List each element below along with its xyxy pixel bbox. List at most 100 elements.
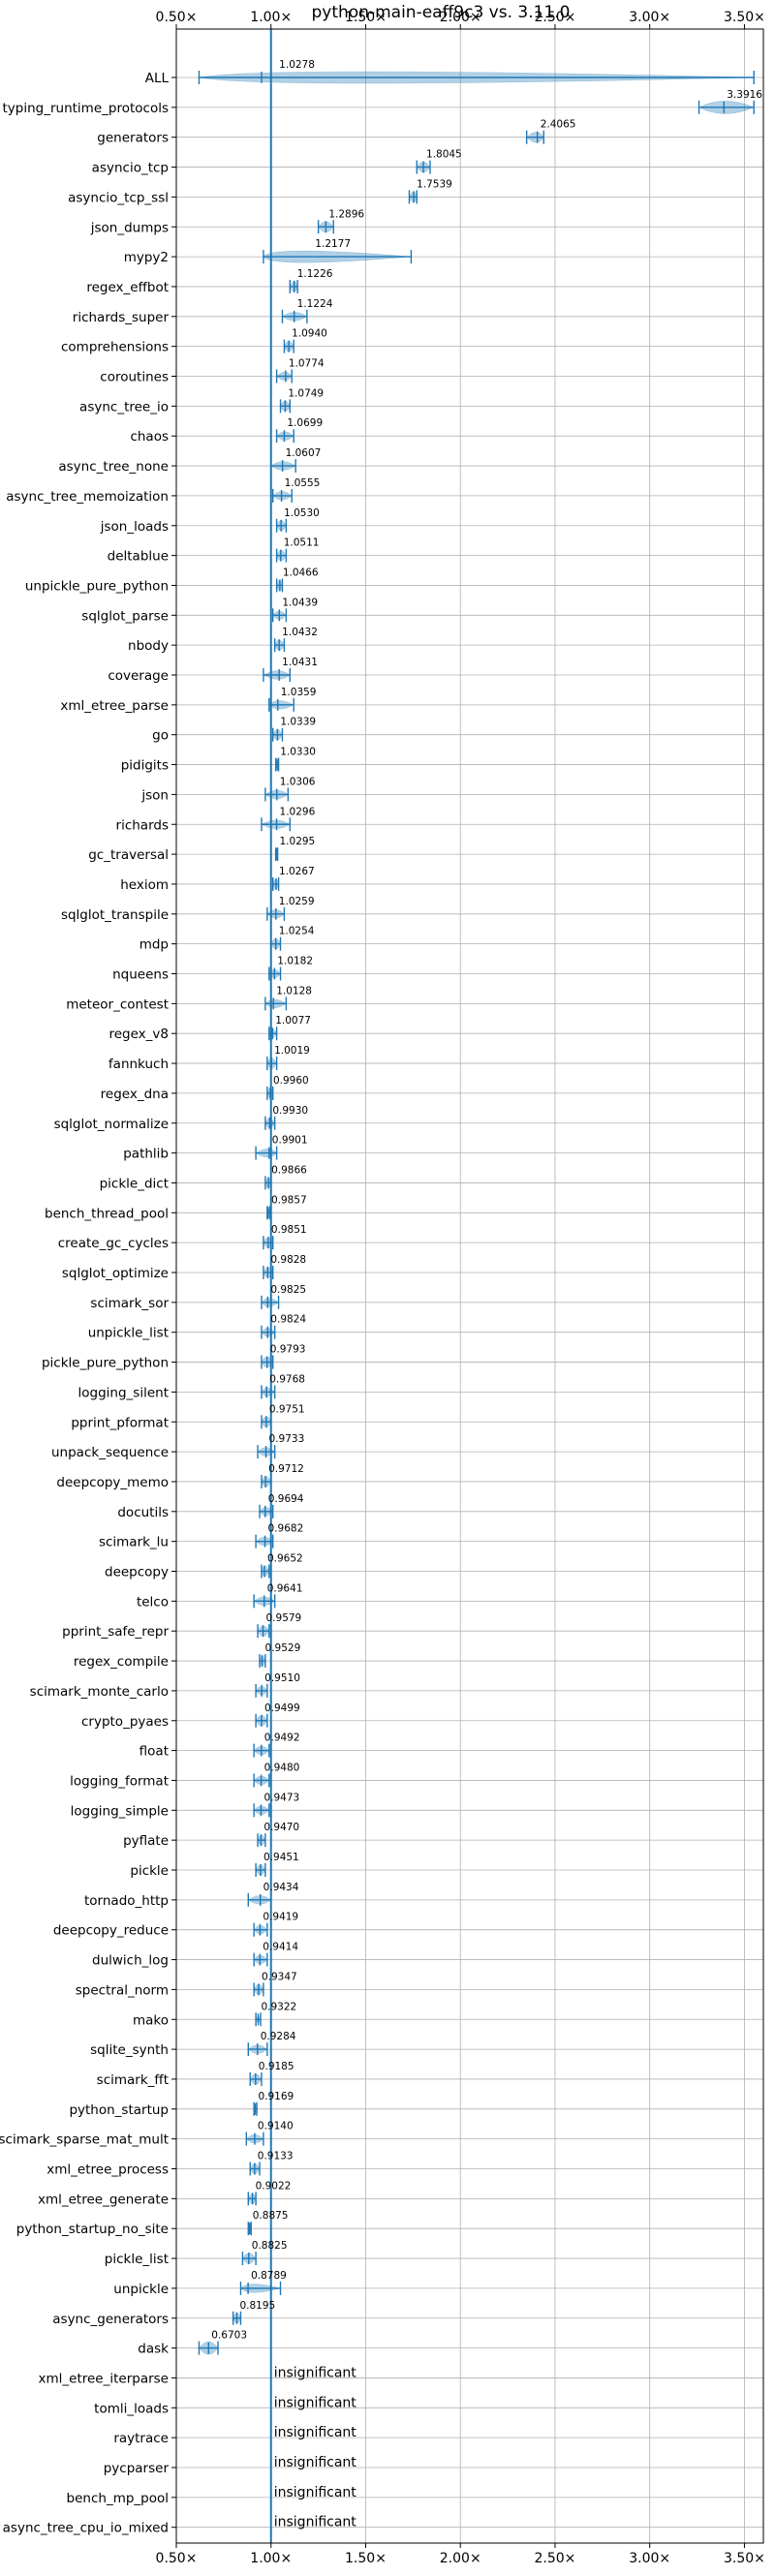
mean-value-label: 1.0330 [280, 747, 316, 758]
mean-value-label: 0.9169 [258, 2091, 294, 2102]
tick-label-top: 2.00× [440, 10, 481, 25]
benchmark-label: sqlglot_optimize [62, 1266, 169, 1281]
insignificant-label: insignificant [274, 2485, 357, 2500]
mean-value-label: 2.4065 [541, 119, 576, 131]
benchmark-label: async_tree_none [58, 459, 169, 475]
insignificant-label: insignificant [274, 2395, 357, 2410]
mean-value-label: 0.9510 [264, 1672, 300, 1684]
mean-value-label: 0.9470 [264, 1822, 299, 1833]
benchmark-label: float [140, 1744, 169, 1760]
benchmark-label: logging_simple [71, 1803, 169, 1819]
mean-value-label: 0.9751 [269, 1403, 305, 1415]
mean-value-label: 1.1226 [297, 268, 333, 280]
mean-value-label: 0.9712 [268, 1463, 304, 1475]
mean-value-label: 0.9960 [273, 1075, 309, 1087]
benchmark-label: tomli_loads [94, 2401, 169, 2416]
mean-value-label: 0.9347 [262, 1971, 297, 1982]
mean-value-label: 1.0555 [285, 477, 321, 489]
benchmark-label: mdp [140, 937, 169, 953]
mean-value-label: 0.9322 [261, 2001, 296, 2012]
mean-value-label: 0.9022 [256, 2180, 292, 2192]
benchmark-label: deepcopy_reduce [53, 1923, 169, 1939]
mean-value-label: 0.9451 [264, 1852, 299, 1863]
mean-value-label: 1.1224 [297, 298, 333, 310]
benchmark-label: pidigits [121, 758, 169, 774]
benchmark-label: regex_dna [101, 1087, 169, 1102]
mean-value-label: 1.0296 [280, 806, 316, 817]
benchmark-label: gc_traversal [88, 847, 169, 863]
benchmark-label: python_startup_no_site [16, 2222, 169, 2237]
benchmark-label: pycparser [104, 2461, 170, 2476]
mean-value-label: 1.2177 [315, 238, 351, 250]
mean-value-label: 3.3916 [727, 89, 762, 101]
benchmark-label: sqlite_synth [90, 2042, 169, 2058]
benchmark-label: mako [133, 2012, 169, 2028]
mean-value-label: 1.0182 [277, 956, 313, 967]
mean-value-label: 0.6703 [211, 2330, 247, 2342]
mean-value-label: 1.0278 [279, 59, 315, 71]
mean-value-label: 1.2896 [328, 208, 364, 220]
benchmark-label: json_loads [100, 519, 169, 535]
insignificant-label: insignificant [274, 2455, 357, 2470]
tick-label-bottom: 2.50× [535, 2551, 576, 2566]
benchmark-label: regex_v8 [108, 1027, 169, 1042]
mean-value-label: 0.9473 [264, 1792, 299, 1803]
tick-label-bottom: 0.50× [156, 2551, 198, 2566]
mean-value-label: 1.0749 [288, 387, 324, 399]
benchmark-label: unpack_sequence [51, 1445, 169, 1460]
mean-value-label: 0.9682 [268, 1523, 304, 1535]
mean-value-label: 1.0774 [289, 358, 325, 370]
tick-label-top: 0.50× [156, 10, 198, 25]
mean-value-label: 0.9733 [269, 1433, 305, 1445]
mean-value-label: 0.8195 [239, 2300, 275, 2312]
mean-value-label: 0.9579 [266, 1612, 302, 1624]
benchmark-label: unpickle_list [88, 1326, 169, 1341]
mean-value-label: 1.0019 [274, 1045, 310, 1057]
benchmark-label: python_startup [69, 2102, 169, 2118]
benchmark-label: meteor_contest [66, 997, 169, 1012]
benchmark-label: pathlib [123, 1147, 169, 1162]
benchmark-label: bench_thread_pool [45, 1206, 169, 1221]
mean-value-label: 1.0077 [275, 1015, 311, 1027]
benchmark-label: docutils [117, 1505, 169, 1520]
mean-value-label: 0.9652 [267, 1553, 303, 1565]
mean-value-label: 0.9133 [258, 2151, 294, 2162]
benchmark-label: sqlglot_parse [81, 608, 169, 624]
mean-value-label: 0.9434 [264, 1882, 299, 1893]
mean-value-label: 1.0295 [280, 836, 316, 847]
benchmark-label: xml_etree_generate [38, 2192, 169, 2207]
insignificant-label: insignificant [274, 2365, 357, 2380]
benchmark-label: json [140, 787, 169, 803]
benchmark-label: deepcopy [105, 1565, 169, 1580]
benchmark-label: pyflate [123, 1833, 169, 1849]
benchmark-label: tornado_http [84, 1893, 169, 1909]
mean-value-label: 1.0530 [284, 507, 320, 519]
benchmark-label: xml_etree_parse [60, 698, 169, 714]
mean-value-label: 0.9901 [272, 1135, 308, 1147]
mean-value-label: 1.7539 [417, 178, 452, 190]
tick-label-bottom: 3.00× [629, 2551, 670, 2566]
mean-value-label: 1.0128 [276, 985, 312, 997]
mean-value-label: 1.0439 [282, 597, 318, 608]
mean-value-label: 1.0339 [280, 717, 316, 728]
benchmark-label: pprint_safe_repr [62, 1624, 169, 1640]
mean-value-label: 1.0432 [282, 627, 318, 638]
mean-value-label: 1.0306 [280, 776, 316, 787]
mean-value-label: 0.9284 [261, 2031, 296, 2042]
benchmark-label: richards [116, 817, 169, 833]
benchmark-label: go [152, 728, 169, 744]
mean-value-label: 0.9641 [267, 1582, 303, 1594]
mean-value-label: 1.0466 [283, 567, 319, 578]
mean-value-label: 0.9492 [264, 1733, 300, 1744]
mean-value-label: 0.9857 [271, 1194, 307, 1206]
mean-value-label: 1.0359 [281, 687, 317, 698]
benchmark-label: nbody [128, 638, 169, 654]
tick-label-bottom: 1.00× [250, 2551, 292, 2566]
mean-value-label: 1.0511 [284, 537, 320, 549]
benchmark-label: unpickle_pure_python [25, 578, 169, 594]
mean-value-label: 0.9768 [269, 1373, 305, 1385]
benchmark-label: regex_compile [74, 1654, 169, 1670]
mean-value-label: 0.9866 [271, 1164, 307, 1176]
tick-label-top: 3.00× [629, 10, 670, 25]
mean-value-label: 0.9825 [270, 1284, 306, 1296]
